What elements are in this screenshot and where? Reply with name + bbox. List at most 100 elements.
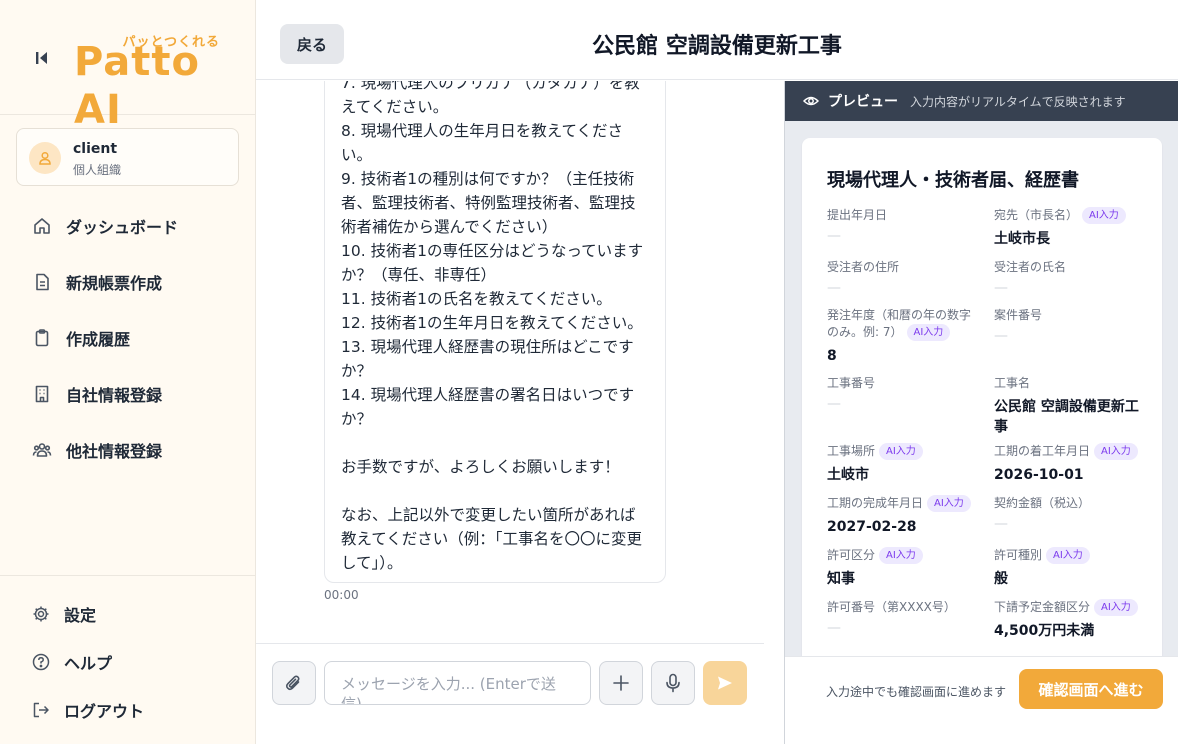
sidebar-header: パッとつくれる Patto AI	[0, 0, 255, 133]
chat-panel[interactable]: 7. 現場代理人のフリガナ（カタカナ）を教えてください。 8. 現場代理人の生年…	[256, 81, 784, 644]
building-icon	[35, 385, 49, 403]
field-submit-date: 提出年月日 —	[827, 207, 977, 246]
confirm-button[interactable]: 確認画面へ進む	[1019, 669, 1163, 709]
message-input[interactable]: メッセージを入力... (Enterで送信)	[324, 661, 591, 705]
field-label: 許可区分	[827, 548, 876, 562]
preview-title: プレビュー	[828, 94, 898, 110]
nav-label: ダッシュボード	[66, 218, 179, 237]
message-composer: メッセージを入力... (Enterで送信)	[256, 643, 764, 744]
field-permit-number: 許可番号（第XXXX号） —	[827, 599, 977, 638]
field-empty: —	[827, 280, 841, 296]
paperclip-icon	[285, 675, 300, 691]
field-value: 知事	[827, 571, 855, 587]
help-icon	[32, 653, 50, 671]
page-title: 公民館 空調設備更新工事	[592, 34, 842, 59]
account-card[interactable]: client 個人組織	[16, 128, 239, 186]
nav-label: 設定	[64, 606, 97, 625]
field-value: 公民館 空調設備更新工事	[994, 399, 1139, 435]
field-label: 工期の着工年月日	[994, 444, 1091, 458]
nav-label: ログアウト	[64, 702, 145, 721]
users-icon	[32, 443, 52, 457]
nav-item-dashboard[interactable]: ダッシュボード	[16, 206, 240, 246]
field-label: 工事番号	[827, 376, 876, 390]
field-empty: —	[827, 620, 841, 636]
main-nav: ダッシュボード 新規帳票作成 作成履歴 自社情報登録 他社情報登録	[16, 206, 240, 486]
message-timestamp: 00:00	[324, 588, 359, 602]
preview-panel: プレビュー 入力内容がリアルタイムで反映されます 現場代理人・技術者届、経歴書 …	[784, 81, 1178, 744]
field-empty: —	[994, 328, 1008, 344]
field-value: 土岐市	[827, 467, 869, 483]
field-label: 宛先（市長名）	[994, 208, 1079, 222]
ai-input-badge: AI入力	[1046, 547, 1090, 564]
preview-subtitle: 入力内容がリアルタイムで反映されます	[910, 94, 1126, 109]
ai-input-badge: AI入力	[879, 443, 923, 460]
preview-bar: プレビュー 入力内容がリアルタイムで反映されます	[785, 81, 1178, 121]
nav-item-history[interactable]: 作成履歴	[16, 318, 240, 358]
nav-item-help[interactable]: ヘルプ	[16, 642, 240, 682]
send-button[interactable]	[703, 661, 747, 705]
nav-item-logout[interactable]: ログアウト	[16, 690, 240, 730]
field-start-date: 工期の着工年月日 AI入力 2026-10-01	[994, 443, 1144, 485]
ai-input-badge: AI入力	[1094, 599, 1138, 616]
assistant-message-bubble: 7. 現場代理人のフリガナ（カタカナ）を教えてください。 8. 現場代理人の生年…	[324, 81, 666, 583]
field-work-number: 工事番号 —	[827, 375, 977, 414]
field-empty: —	[994, 516, 1008, 532]
document-title: 現場代理人・技術者届、経歴書	[827, 170, 1079, 191]
field-work-name: 工事名 公民館 空調設備更新工事	[994, 375, 1144, 437]
eye-icon	[803, 96, 819, 106]
avatar	[29, 142, 61, 174]
microphone-icon	[666, 673, 680, 693]
account-type: 個人組織	[73, 163, 122, 177]
page-header: 戻る 公民館 空調設備更新工事	[256, 0, 1178, 80]
field-work-place: 工事場所 AI入力 土岐市	[827, 443, 977, 485]
ai-input-badge: AI入力	[1082, 207, 1126, 224]
nav-label: ヘルプ	[64, 654, 113, 673]
field-value: 土岐市長	[994, 231, 1050, 247]
ai-input-badge: AI入力	[927, 495, 971, 512]
field-value: 4,500万円未満	[994, 623, 1095, 639]
collapse-sidebar-button[interactable]	[31, 47, 53, 69]
nav-item-settings[interactable]: 設定	[16, 594, 240, 634]
field-subcontract-class: 下請予定金額区分 AI入力 4,500万円未満	[994, 599, 1144, 641]
nav-label: 新規帳票作成	[66, 274, 163, 293]
clipboard-icon	[35, 329, 49, 347]
field-label: 下請予定金額区分	[994, 600, 1091, 614]
field-label: 契約金額（税込）	[994, 496, 1091, 510]
field-value: 般	[994, 571, 1008, 587]
collapse-left-icon	[36, 52, 47, 64]
field-end-date: 工期の完成年月日 AI入力 2027-02-28	[827, 495, 977, 537]
account-name: client	[73, 141, 118, 157]
nav-item-company-info[interactable]: 自社情報登録	[16, 374, 240, 414]
send-icon	[718, 676, 732, 690]
field-label: 許可種別	[994, 548, 1043, 562]
field-value: 2027-02-28	[827, 519, 917, 535]
field-case-number: 案件番号 —	[994, 307, 1144, 346]
sidebar-footer: 設定 ヘルプ ログアウト	[0, 575, 256, 744]
document-icon	[36, 273, 49, 291]
document-preview-card[interactable]: 現場代理人・技術者届、経歴書 提出年月日 — 宛先（市長名） AI入力 土岐市長 …	[802, 138, 1162, 678]
plus-icon	[613, 675, 629, 691]
field-contractor-address: 受注者の住所 —	[827, 259, 977, 298]
field-label: 案件番号	[994, 308, 1043, 322]
nav-item-new-form[interactable]: 新規帳票作成	[16, 262, 240, 302]
field-label: 工事名	[994, 376, 1031, 390]
home-icon	[34, 218, 50, 234]
field-order-year: 発注年度（和暦の年の数字のみ。例: 7） AI入力 8	[827, 307, 977, 366]
nav-label: 他社情報登録	[66, 442, 163, 461]
field-label: 受注者の氏名	[994, 260, 1067, 274]
nav-label: 自社情報登録	[66, 386, 163, 405]
field-contractor-name: 受注者の氏名 —	[994, 259, 1144, 298]
attach-file-button[interactable]	[272, 661, 316, 705]
field-value: 8	[827, 348, 837, 364]
assistant-message-text: 7. 現場代理人のフリガナ（カタカナ）を教えてください。 8. 現場代理人の生年…	[341, 81, 644, 572]
nav-item-other-company-info[interactable]: 他社情報登録	[16, 430, 240, 470]
field-label: 許可番号（第XXXX号）	[827, 600, 956, 614]
field-label: 工事場所	[827, 444, 876, 458]
add-button[interactable]	[599, 661, 643, 705]
field-label: 工期の完成年月日	[827, 496, 924, 510]
patto-ai-logo: パッとつくれる Patto AI	[74, 28, 230, 133]
field-contract-amount: 契約金額（税込） —	[994, 495, 1144, 534]
field-value: 2026-10-01	[994, 467, 1084, 483]
nav-label: 作成履歴	[66, 330, 131, 349]
voice-input-button[interactable]	[651, 661, 695, 705]
